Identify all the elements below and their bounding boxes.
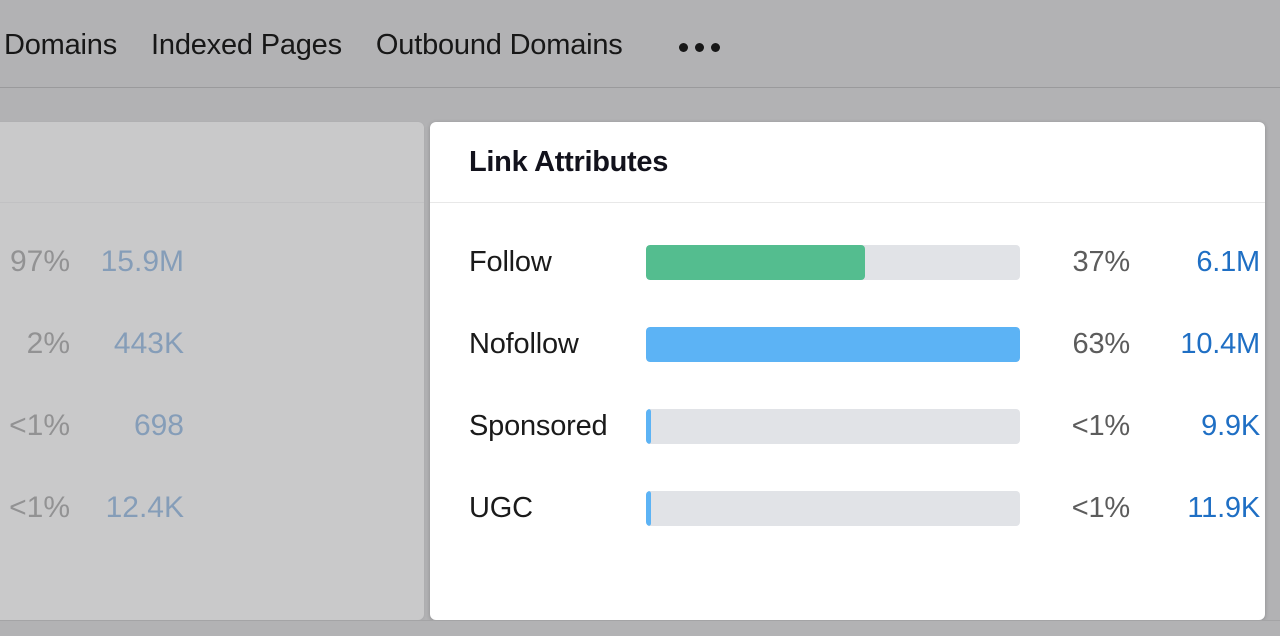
content-area: 97% 15.9M 2% 443K <1% 698 <1% 12.4K xyxy=(0,89,1280,636)
card-title: Link Attributes xyxy=(469,146,668,179)
link-attributes-card: Link Attributes Follow 37% 6.1M Nofollow… xyxy=(430,122,1265,620)
progress-bar-fill xyxy=(646,327,1020,362)
background-row-value[interactable]: 443K xyxy=(74,327,184,361)
background-card-header xyxy=(0,122,424,203)
row-value-link[interactable]: 9.9K xyxy=(1130,410,1260,443)
row-value-link[interactable]: 10.4M xyxy=(1130,328,1260,361)
background-row-percent: <1% xyxy=(0,491,70,525)
link-attribute-row-nofollow[interactable]: Nofollow 63% 10.4M xyxy=(430,303,1265,385)
row-value-link[interactable]: 6.1M xyxy=(1130,246,1260,279)
nav-tab-list: Domains Indexed Pages Outbound Domains xyxy=(0,29,720,62)
progress-bar-track xyxy=(646,491,1020,526)
link-attribute-row-ugc[interactable]: UGC <1% 11.9K xyxy=(430,467,1265,549)
progress-bar-track xyxy=(646,409,1020,444)
progress-bar-track xyxy=(646,327,1020,362)
ellipsis-icon-dot-2 xyxy=(695,43,704,52)
top-navigation-bar: Domains Indexed Pages Outbound Domains xyxy=(0,0,1280,88)
progress-bar-fill xyxy=(646,245,865,280)
background-card-row: 2% 443K xyxy=(0,303,424,385)
more-tabs-button[interactable] xyxy=(679,43,720,52)
background-row-percent: 97% xyxy=(0,245,70,279)
background-card-row: 97% 15.9M xyxy=(0,221,424,303)
background-card-row: <1% 698 xyxy=(0,385,424,467)
background-row-value[interactable]: 15.9M xyxy=(74,245,184,279)
card-header: Link Attributes xyxy=(430,122,1265,203)
link-attributes-rows: Follow 37% 6.1M Nofollow 63% 10.4M Spons… xyxy=(430,203,1265,549)
row-percent: <1% xyxy=(1020,492,1130,525)
background-row-percent: 2% xyxy=(0,327,70,361)
row-label: Follow xyxy=(469,246,646,279)
bottom-page-strip xyxy=(0,620,1280,636)
progress-bar-fill xyxy=(646,409,651,444)
background-row-percent: <1% xyxy=(0,409,70,443)
progress-bar-track xyxy=(646,245,1020,280)
row-label: Sponsored xyxy=(469,410,646,443)
nav-tab-domains[interactable]: Domains xyxy=(4,29,117,62)
link-attribute-row-sponsored[interactable]: Sponsored <1% 9.9K xyxy=(430,385,1265,467)
ellipsis-icon-dot-3 xyxy=(711,43,720,52)
row-label: Nofollow xyxy=(469,328,646,361)
ellipsis-icon-dot-1 xyxy=(679,43,688,52)
row-percent: 63% xyxy=(1020,328,1130,361)
row-percent: <1% xyxy=(1020,410,1130,443)
row-label: UGC xyxy=(469,492,646,525)
nav-tab-outbound-domains[interactable]: Outbound Domains xyxy=(376,29,623,62)
background-card-row: <1% 12.4K xyxy=(0,467,424,549)
row-value-link[interactable]: 11.9K xyxy=(1130,492,1260,525)
progress-bar-fill xyxy=(646,491,651,526)
background-row-value[interactable]: 698 xyxy=(74,409,184,443)
nav-tab-indexed-pages[interactable]: Indexed Pages xyxy=(151,29,342,62)
row-percent: 37% xyxy=(1020,246,1130,279)
link-attribute-row-follow[interactable]: Follow 37% 6.1M xyxy=(430,221,1265,303)
background-row-value[interactable]: 12.4K xyxy=(74,491,184,525)
background-card-dimmed: 97% 15.9M 2% 443K <1% 698 <1% 12.4K xyxy=(0,122,424,620)
